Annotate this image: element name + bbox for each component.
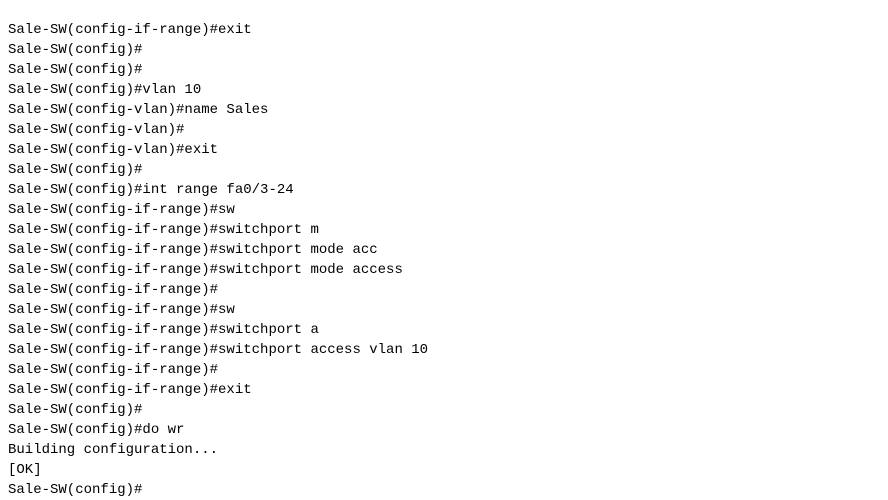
terminal-line: Sale-SW(config-if-range)#switchport acce… (8, 342, 429, 358)
terminal-line: Sale-SW(config-if-range)#switchport mode… (8, 262, 403, 278)
terminal-output[interactable]: Sale-SW(config-if-range)#exit Sale-SW(co… (0, 0, 888, 500)
terminal-line: Sale-SW(config-if-range)#exit (8, 22, 252, 38)
terminal-line: Sale-SW(config)#int range fa0/3-24 (8, 182, 294, 198)
terminal-line: Sale-SW(config)#do wr (8, 422, 185, 438)
terminal-line: Sale-SW(config)# (8, 62, 143, 78)
terminal-line: [OK] (8, 462, 42, 478)
terminal-line: Sale-SW(config-if-range)#switchport a (8, 322, 319, 338)
terminal-line: Sale-SW(config-vlan)#exit (8, 142, 219, 158)
terminal-line: Building configuration... (8, 442, 219, 458)
terminal-line: Sale-SW(config-vlan)# (8, 122, 185, 138)
terminal-prompt[interactable]: Sale-SW(config)# (8, 480, 888, 500)
terminal-line: Sale-SW(config-vlan)#name Sales (8, 102, 269, 118)
terminal-line: Sale-SW(config-if-range)#sw (8, 202, 235, 218)
terminal-line: Sale-SW(config)# (8, 162, 143, 178)
terminal-line: Sale-SW(config-if-range)#sw (8, 302, 235, 318)
terminal-line: Sale-SW(config)# (8, 42, 143, 58)
terminal-line: Sale-SW(config-if-range)#switchport mode… (8, 242, 378, 258)
terminal-line: Sale-SW(config-if-range)#switchport m (8, 222, 319, 238)
terminal-line: Sale-SW(config-if-range)# (8, 362, 219, 378)
terminal-line: Sale-SW(config-if-range)# (8, 282, 219, 298)
terminal-line: Sale-SW(config)#vlan 10 (8, 82, 202, 98)
terminal-line: Sale-SW(config)# (8, 402, 143, 418)
terminal-line: Sale-SW(config-if-range)#exit (8, 382, 252, 398)
